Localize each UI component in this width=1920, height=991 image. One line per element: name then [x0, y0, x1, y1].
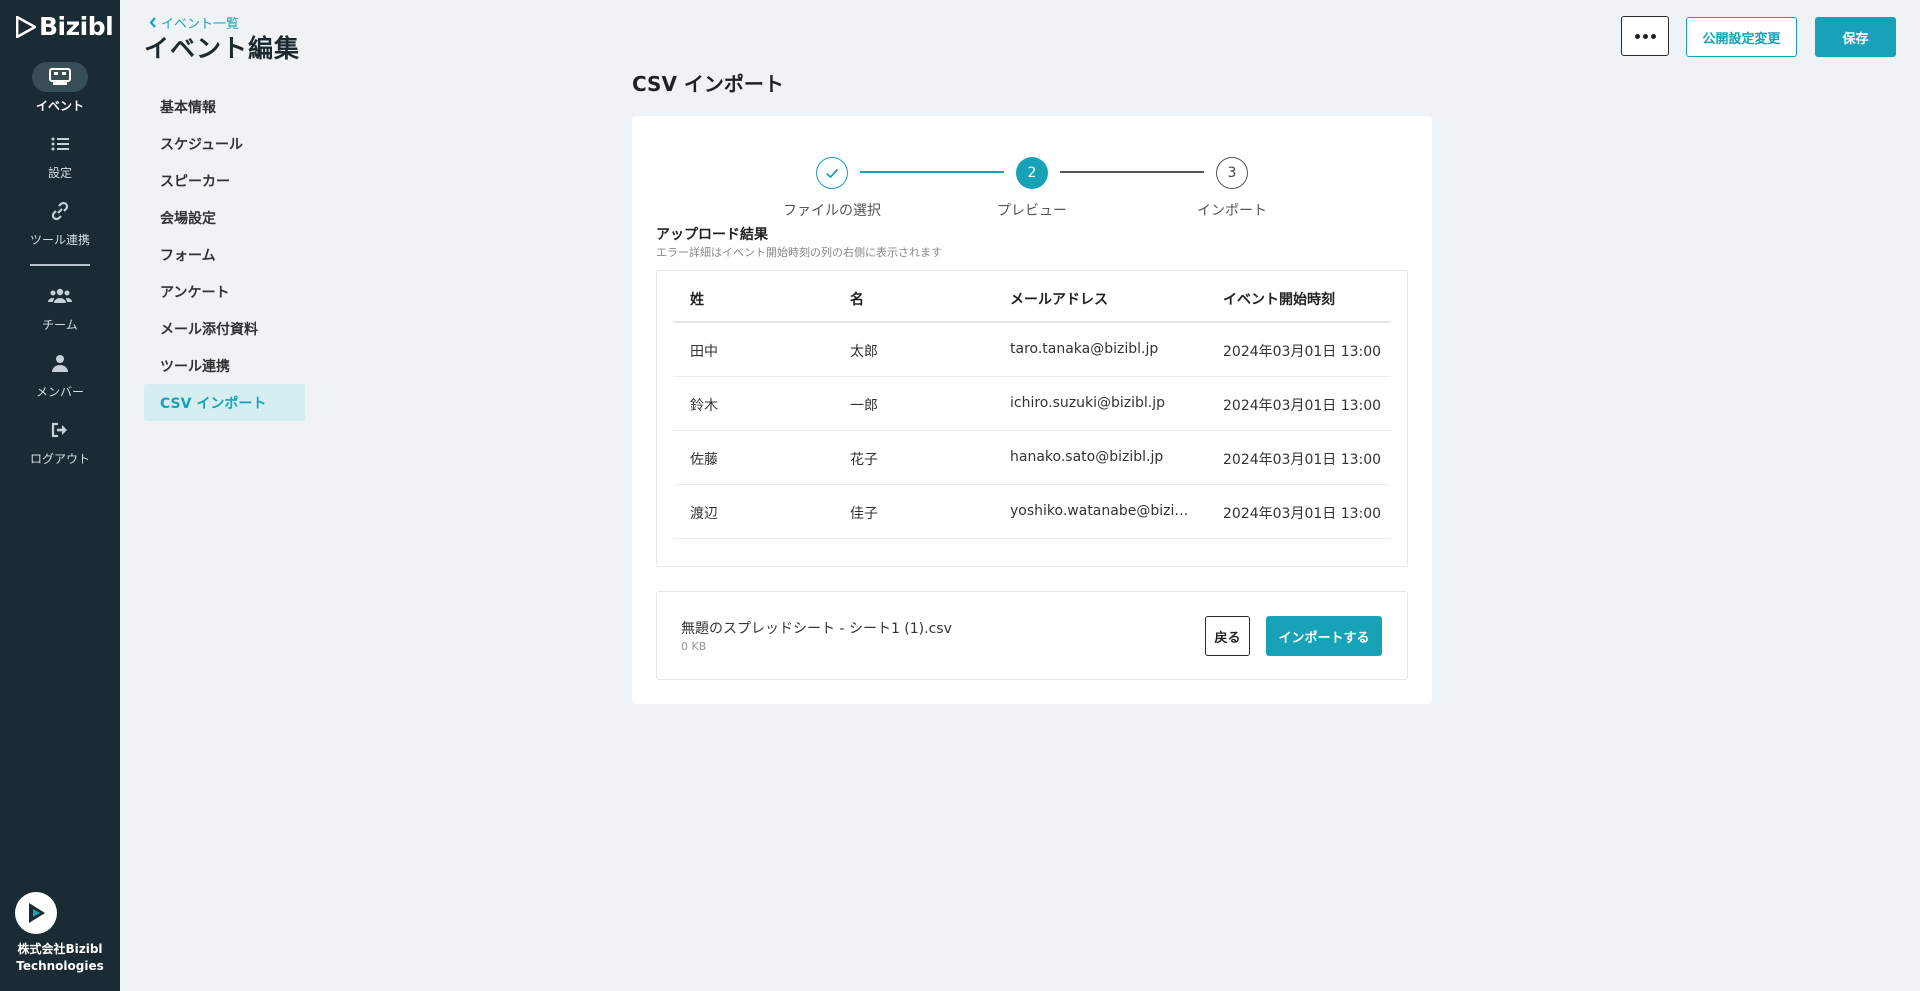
subnav-item-survey[interactable]: アンケート	[144, 273, 305, 310]
subnav-item-tool-integration[interactable]: ツール連携	[144, 347, 305, 384]
section-title: CSV インポート	[632, 72, 784, 96]
table-row: 渡辺 佳子 yoshiko.watanabe@bizibl.jp 2024年03…	[673, 485, 1391, 539]
cell-event-start: 2024年03月01日 13:00	[1223, 506, 1382, 522]
rail-label-tool-integration: ツール連携	[29, 233, 90, 247]
table-row: 佐藤 花子 hanako.sato@bizibl.jp 2024年03月01日 …	[673, 431, 1391, 485]
upload-result-subtitle: エラー詳細はイベント開始時刻の列の右側に表示されます	[656, 246, 942, 259]
step-3-label: インポート	[1197, 203, 1267, 219]
file-name: 無題のスプレッドシート - シート1 (1).csv	[681, 621, 952, 637]
play-logo-icon	[16, 15, 36, 38]
subnav-item-basic-info[interactable]: 基本情報	[144, 88, 305, 125]
rail-item-team[interactable]: チーム	[0, 281, 120, 333]
csv-import-card: 2 3 ファイルの選択 プレビュー インポート アップロード結果 エラー詳細はイ…	[632, 116, 1432, 704]
check-icon	[825, 168, 839, 178]
rail-item-tool-integration[interactable]: ツール連携	[0, 196, 120, 248]
subnav-item-csv-import[interactable]: CSV インポート	[144, 384, 305, 421]
rail-item-logout[interactable]: ログアウト	[0, 415, 120, 467]
rail-item-member[interactable]: メンバー	[0, 348, 120, 400]
upload-result-title: アップロード結果	[656, 227, 768, 243]
person-icon	[32, 348, 88, 378]
app-rail: Bizibl イベント 設定 ツール連携 チーム メンバー ログアウト 株式会社…	[0, 0, 120, 991]
logo-text: Bizibl	[39, 12, 114, 41]
cell-event-start: 2024年03月01日 13:00	[1223, 452, 1382, 468]
link-icon	[32, 196, 88, 226]
rail-label-member: メンバー	[35, 385, 84, 399]
rail-label-event: イベント	[35, 99, 84, 113]
column-header-first-name: 名	[850, 292, 864, 308]
event-grid-icon	[32, 62, 88, 92]
more-options-button[interactable]	[1621, 16, 1669, 56]
rail-label-logout: ログアウト	[29, 452, 90, 466]
subnav-item-schedule[interactable]: スケジュール	[144, 125, 305, 162]
cell-email: taro.tanaka@bizibl.jp	[1010, 341, 1159, 357]
subnav-item-venue[interactable]: 会場設定	[144, 199, 305, 236]
cell-email: hanako.sato@bizibl.jp	[1010, 449, 1164, 465]
import-stepper: 2 3 ファイルの選択 プレビュー インポート	[632, 138, 1432, 219]
cell-email: yoshiko.watanabe@bizibl.jp	[1010, 503, 1190, 519]
company-play-icon	[29, 903, 45, 923]
cell-first-name: 花子	[850, 452, 878, 468]
more-dot-icon	[1650, 33, 1656, 39]
column-header-last-name: 姓	[690, 292, 704, 308]
subnav-item-mail-attachments[interactable]: メール添付資料	[144, 310, 305, 347]
save-button[interactable]: 保存	[1815, 17, 1896, 57]
company-name: 株式会社Bizibl Technologies	[0, 941, 120, 975]
cell-last-name: 佐藤	[690, 452, 718, 468]
step-connector-pending	[1060, 171, 1204, 173]
list-icon	[32, 129, 88, 159]
bizibl-logo[interactable]: Bizibl	[16, 12, 114, 41]
publish-settings-button[interactable]: 公開設定変更	[1686, 17, 1797, 57]
step-1-label: ファイルの選択	[783, 203, 881, 219]
step-3-circle: 3	[1216, 157, 1248, 189]
preview-table: 姓 名 メールアドレス イベント開始時刻 田中 太郎 taro.tanaka@b…	[656, 270, 1408, 567]
back-button[interactable]: 戻る	[1205, 616, 1250, 656]
file-size: 0 KB	[681, 640, 707, 653]
subnav-item-speaker[interactable]: スピーカー	[144, 162, 305, 199]
step-2-label: プレビュー	[997, 203, 1067, 219]
more-dot-icon	[1642, 33, 1648, 39]
rail-divider	[30, 264, 90, 266]
table-row: 鈴木 一郎 ichiro.suzuki@bizibl.jp 2024年03月01…	[673, 377, 1391, 431]
step-2-circle: 2	[1016, 157, 1048, 189]
rail-label-settings: 設定	[47, 166, 72, 180]
cell-last-name: 田中	[690, 344, 718, 360]
event-edit-subnav: 基本情報 スケジュール スピーカー 会場設定 フォーム アンケート メール添付資…	[144, 88, 305, 421]
page-title: イベント編集	[144, 34, 301, 63]
cell-last-name: 鈴木	[690, 398, 718, 414]
team-icon	[32, 281, 88, 311]
table-row: 田中 太郎 taro.tanaka@bizibl.jp 2024年03月01日 …	[673, 323, 1391, 377]
cell-first-name: 佳子	[850, 506, 878, 522]
cell-email: ichiro.suzuki@bizibl.jp	[1010, 395, 1165, 411]
selected-file-panel: 無題のスプレッドシート - シート1 (1).csv 0 KB 戻る インポート…	[656, 591, 1408, 680]
cell-first-name: 一郎	[850, 398, 878, 414]
rail-item-event[interactable]: イベント	[0, 62, 120, 114]
column-header-event-start: イベント開始時刻	[1223, 292, 1335, 308]
more-dot-icon	[1634, 33, 1640, 39]
rail-label-team: チーム	[42, 318, 78, 332]
rail-item-settings[interactable]: 設定	[0, 129, 120, 181]
step-1-circle	[816, 157, 848, 189]
cell-last-name: 渡辺	[690, 506, 718, 522]
import-button[interactable]: インポートする	[1266, 616, 1382, 656]
logout-icon	[32, 415, 88, 445]
company-name-line1: 株式会社Bizibl	[17, 942, 103, 956]
subnav-item-form[interactable]: フォーム	[144, 236, 305, 273]
cell-event-start: 2024年03月01日 13:00	[1223, 398, 1382, 414]
company-logo[interactable]	[15, 892, 57, 934]
table-header-row: 姓 名 メールアドレス イベント開始時刻	[673, 271, 1391, 323]
company-name-line2: Technologies	[16, 959, 104, 973]
cell-event-start: 2024年03月01日 13:00	[1223, 344, 1382, 360]
column-header-email: メールアドレス	[1010, 292, 1108, 308]
chevron-left-icon	[149, 17, 156, 28]
step-connector-done	[860, 171, 1004, 173]
cell-first-name: 太郎	[850, 344, 878, 360]
